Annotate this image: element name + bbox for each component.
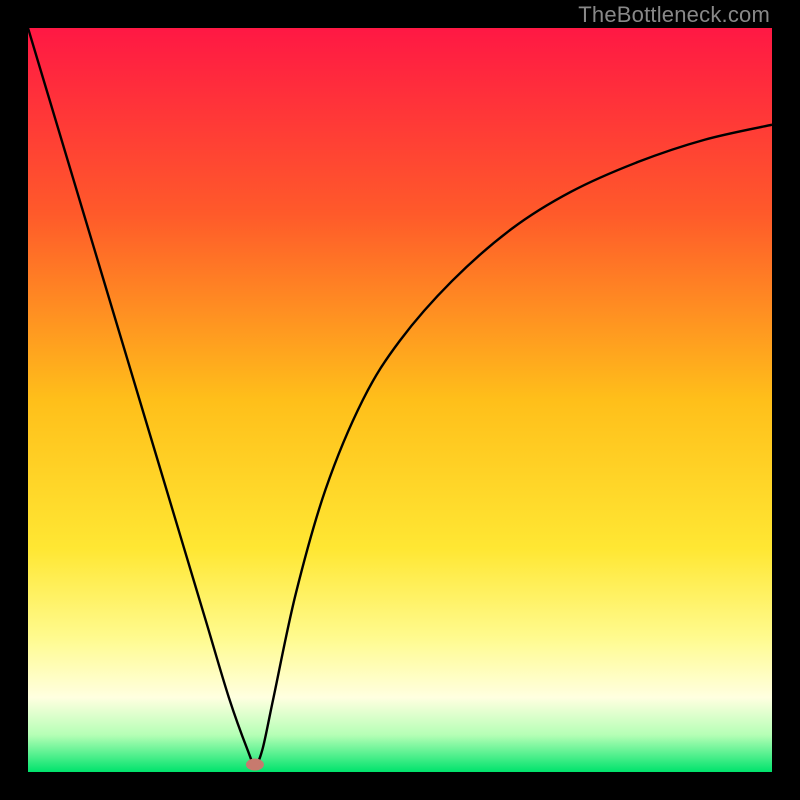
optimal-point-marker bbox=[246, 759, 264, 771]
bottleneck-chart bbox=[28, 28, 772, 772]
watermark-text: TheBottleneck.com bbox=[578, 2, 770, 28]
chart-frame bbox=[28, 28, 772, 772]
